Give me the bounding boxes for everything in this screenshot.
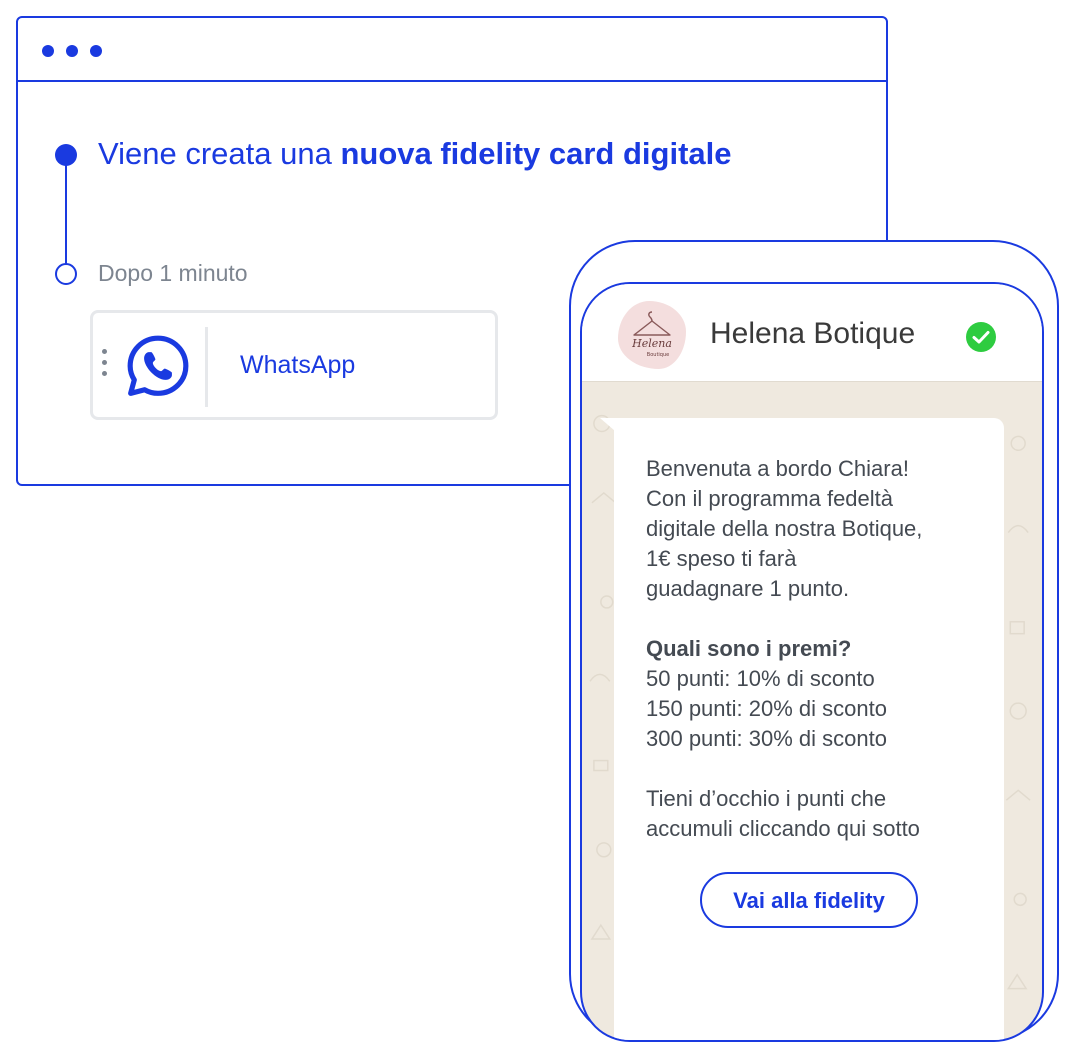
message-line: guadagnare 1 punto.: [646, 576, 850, 601]
card-divider: [205, 327, 208, 407]
delay-label: Dopo 1 minuto: [98, 260, 248, 286]
message-line: accumuli cliccando qui sotto: [646, 816, 920, 841]
rewards-title: Quali sono i premi?: [646, 636, 852, 661]
timeline-step-empty-icon: [55, 263, 77, 285]
step-title-bold: nuova fidelity card digitale: [340, 136, 732, 171]
message-line: Tieni d’occhio i punti che: [646, 786, 887, 811]
reward-line: 300 punti: 30% di sconto: [646, 726, 887, 751]
reward-line: 150 punti: 20% di sconto: [646, 696, 887, 721]
message-line: 1€ speso ti farà: [646, 546, 797, 571]
avatar: Helena Boutique: [618, 301, 686, 369]
message-text: Benvenuta a bordo Chiara! Con il program…: [646, 454, 986, 844]
drag-handle-icon[interactable]: [102, 349, 108, 383]
step-title: Viene creata una nuova fidelity card dig…: [98, 136, 731, 172]
logo-text-helena: Helena: [631, 337, 672, 350]
window-dot-icon: [90, 45, 102, 57]
step-title-regular: Viene creata una: [98, 136, 341, 171]
channel-card-whatsapp[interactable]: WhatsApp: [90, 310, 498, 420]
timeline-connector: [65, 155, 67, 275]
timeline-step-filled-icon: [55, 144, 77, 166]
window-dot-icon: [42, 45, 54, 57]
chat-header: Helena Boutique Helena Botique: [582, 284, 1042, 382]
message-line: Benvenuta a bordo Chiara!: [646, 456, 909, 481]
reward-line: 50 punti: 10% di sconto: [646, 666, 875, 691]
window-dot-icon: [66, 45, 78, 57]
fidelity-cta-button[interactable]: Vai alla fidelity: [700, 872, 918, 928]
channel-name: WhatsApp: [240, 351, 356, 379]
window-title-bar: [18, 18, 886, 82]
hanger-logo-icon: Helena Boutique: [631, 311, 672, 358]
shop-name: Helena Botique: [710, 317, 916, 350]
whatsapp-icon: [127, 335, 189, 396]
verified-check-icon: [966, 322, 996, 352]
message-line: digitale della nostra Botique,: [646, 516, 923, 541]
logo-text-boutique: Boutique: [647, 352, 669, 358]
message-line: Con il programma fedeltà: [646, 486, 894, 511]
